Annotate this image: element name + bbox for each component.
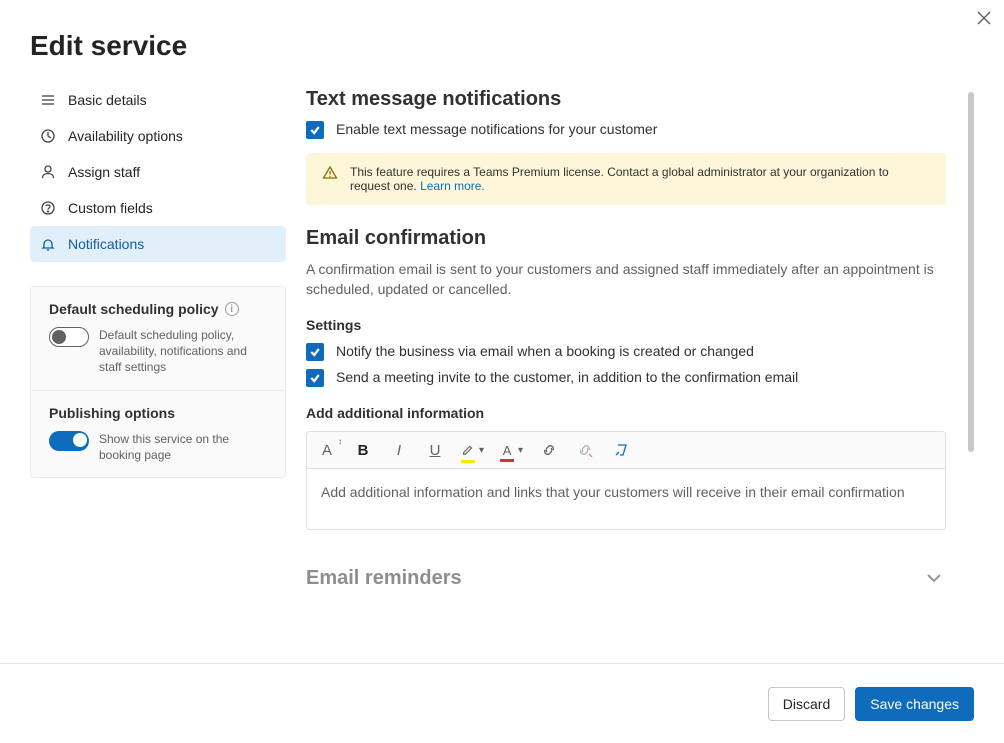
settings-label: Settings	[306, 317, 946, 333]
rich-text-editor: A ↕ B I U ▾	[306, 431, 946, 530]
warning-icon	[322, 165, 338, 193]
notify-business-checkbox[interactable]	[306, 343, 324, 361]
link-icon	[541, 442, 557, 458]
chevron-down-icon	[922, 566, 946, 590]
add-info-heading: Add additional information	[306, 405, 946, 421]
italic-button[interactable]: I	[389, 440, 409, 460]
close-button[interactable]	[976, 10, 992, 26]
learn-more-link[interactable]: Learn more.	[420, 179, 485, 193]
reminders-heading: Email reminders	[306, 567, 462, 590]
sms-heading: Text message notifications	[306, 88, 946, 111]
person-icon	[40, 164, 56, 180]
enable-sms-checkbox[interactable]	[306, 121, 324, 139]
default-policy-toggle[interactable]	[49, 327, 89, 347]
clock-icon	[40, 128, 56, 144]
unlink-icon	[577, 442, 593, 458]
clear-format-button[interactable]	[611, 440, 631, 460]
enable-sms-label: Enable text message notifications for yo…	[336, 121, 657, 137]
nav-label: Availability options	[68, 128, 183, 144]
highlight-button[interactable]: ▾	[461, 442, 484, 459]
font-color-icon: A	[500, 442, 514, 458]
dialog-title: Edit service	[30, 30, 974, 62]
question-circle-icon	[40, 200, 56, 216]
link-button[interactable]	[539, 440, 559, 460]
nav-label: Basic details	[68, 92, 147, 108]
nav-label: Notifications	[68, 236, 144, 252]
email-heading: Email confirmation	[306, 227, 946, 250]
rte-textarea[interactable]: Add additional information and links tha…	[307, 469, 945, 529]
marker-icon	[461, 442, 475, 459]
nav-notifications[interactable]: Notifications	[30, 226, 286, 262]
show-service-toggle[interactable]	[49, 431, 89, 451]
bold-button[interactable]: B	[353, 440, 373, 460]
chevron-down-icon: ▾	[479, 445, 484, 456]
font-color-button[interactable]: A ▾	[500, 442, 523, 458]
publish-heading: Publishing options	[49, 405, 175, 421]
info-icon[interactable]: i	[225, 302, 239, 316]
font-size-button[interactable]: A ↕	[317, 440, 337, 460]
format-clear-icon	[613, 442, 629, 458]
bell-icon	[40, 236, 56, 252]
save-button[interactable]: Save changes	[855, 687, 974, 721]
nav-label: Assign staff	[68, 164, 140, 180]
publish-desc: Show this service on the booking page	[99, 431, 267, 463]
email-desc: A confirmation email is sent to your cus…	[306, 260, 946, 299]
scrollbar[interactable]	[968, 92, 974, 452]
nav-custom-fields[interactable]: Custom fields	[30, 190, 286, 226]
discard-button[interactable]: Discard	[768, 687, 845, 721]
notify-business-label: Notify the business via email when a boo…	[336, 343, 754, 359]
underline-button[interactable]: U	[425, 440, 445, 460]
chevron-down-icon: ▾	[518, 445, 523, 456]
nav-basic-details[interactable]: Basic details	[30, 82, 286, 118]
nav-availability[interactable]: Availability options	[30, 118, 286, 154]
nav-assign-staff[interactable]: Assign staff	[30, 154, 286, 190]
premium-banner: This feature requires a Teams Premium li…	[306, 153, 946, 205]
send-invite-checkbox[interactable]	[306, 369, 324, 387]
policy-desc: Default scheduling policy, availability,…	[99, 327, 267, 376]
reminders-collapse-button[interactable]	[922, 566, 946, 590]
unlink-button[interactable]	[575, 440, 595, 460]
send-invite-label: Send a meeting invite to the customer, i…	[336, 369, 798, 385]
list-icon	[40, 92, 56, 108]
policy-heading: Default scheduling policy	[49, 301, 219, 317]
nav-label: Custom fields	[68, 200, 153, 216]
